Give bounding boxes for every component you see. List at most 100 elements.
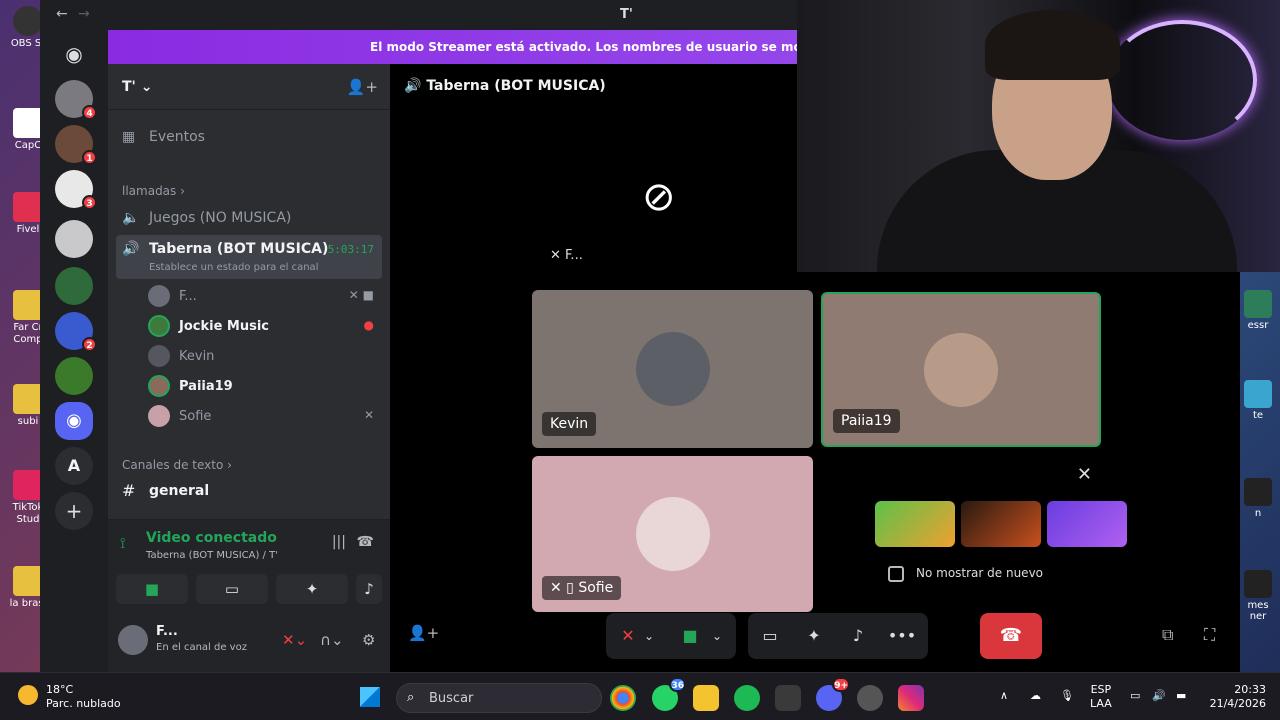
category-canales-texto[interactable]: Canales de texto › (122, 458, 232, 472)
video-tile-paiia19[interactable]: Paiia19 (821, 292, 1101, 447)
noise-suppression-icon[interactable]: ||| (332, 534, 346, 550)
voice-status-subtitle: Taberna (BOT MUSICA) / T' (146, 550, 278, 561)
discord-home-icon[interactable]: ◉ (55, 35, 93, 73)
activity-scream[interactable] (961, 501, 1041, 547)
server-icon-1[interactable]: 4 (55, 80, 97, 120)
camera-options-chevron-icon[interactable]: ⌄ (706, 613, 728, 659)
invite-people-icon[interactable]: 👤+ (347, 78, 378, 96)
leave-call-button[interactable]: ☎ (980, 613, 1042, 659)
speaker-icon: 🔈 (122, 210, 140, 226)
avatar (148, 345, 170, 367)
video-tile-sofie[interactable]: ✕ ▯ Sofie (532, 456, 813, 612)
voice-member[interactable]: Jockie Music ● (148, 312, 382, 342)
chevron-up-icon[interactable]: ∧ (1000, 689, 1008, 703)
disconnect-icon[interactable]: ☎ (357, 534, 374, 550)
search-box[interactable]: ⌕ Buscar (396, 683, 602, 713)
server-icon-4[interactable] (55, 220, 93, 258)
av-control-group: ✕ ⌄ ■ ⌄ (606, 613, 736, 659)
voice-member[interactable]: Kevin (148, 342, 382, 372)
weather-icon[interactable] (18, 685, 38, 705)
avatar[interactable] (118, 625, 148, 655)
server-icon-5[interactable] (55, 267, 93, 305)
folder-icon (13, 290, 43, 320)
weather-widget[interactable]: 18°C Parc. nublado (46, 683, 121, 711)
language-indicator[interactable]: ESP LAA (1090, 683, 1112, 711)
volume-icon[interactable]: 🔊 (1152, 689, 1166, 703)
activity-watch-together[interactable] (1047, 501, 1127, 547)
server-icon-6[interactable]: 2 (55, 312, 97, 352)
forward-arrow-icon[interactable]: → (78, 6, 90, 22)
voice-channel-juegos[interactable]: 🔈 Juegos (NO MUSICA) (116, 203, 382, 233)
activities-button[interactable]: ✦ (276, 574, 348, 604)
channel-sidebar: T' ⌄ 👤+ ▦ Eventos llamadas › 🔈 Juegos (N… (108, 64, 390, 672)
add-server-icon[interactable]: + (55, 492, 93, 530)
desktop-icon-right-2[interactable]: te (1238, 380, 1278, 421)
desktop-icon-right-1[interactable]: essr (1238, 290, 1278, 331)
voice-status-title[interactable]: Video conectado (146, 530, 277, 546)
category-llamadas[interactable]: llamadas › (122, 184, 185, 198)
soundboard-icon[interactable]: ♪ (838, 613, 878, 659)
calendar-icon: ▦ (122, 129, 136, 145)
server-icon-2[interactable]: 1 (55, 125, 97, 165)
gta-icon[interactable] (775, 685, 801, 711)
avatar (635, 332, 710, 406)
voice-channel-taberna[interactable]: 🔊 Taberna (BOT MUSICA) 5:03:17 Establece… (116, 235, 382, 279)
desktop-icon-right-3[interactable]: n (1238, 478, 1278, 519)
dont-show-checkbox[interactable] (888, 566, 904, 582)
desktop-icon-right-4[interactable]: mes ner (1238, 570, 1278, 622)
signal-icon[interactable]: ⟟ (120, 534, 126, 552)
app-icon (1244, 570, 1272, 598)
tile-name-tag: Kevin (542, 412, 597, 436)
capcut-icon (13, 108, 43, 138)
mic-muted-icon[interactable]: ✕⌄ (282, 631, 307, 649)
obs-taskbar-icon[interactable] (857, 685, 883, 711)
instagram-icon[interactable] (898, 685, 924, 711)
screen-share-icon[interactable]: ▭ (750, 613, 790, 659)
network-icon[interactable]: ▭ (1130, 689, 1140, 703)
channel-status-hint[interactable]: Establece un estado para el canal (149, 262, 318, 273)
text-channel-general[interactable]: # general (116, 476, 382, 506)
search-icon: ⌕ (407, 690, 415, 705)
more-options-icon[interactable]: ••• (882, 613, 922, 659)
voice-member[interactable]: Sofie ✕ (148, 402, 382, 432)
activity-magic-garden[interactable] (875, 501, 955, 547)
clock[interactable]: 20:33 21/4/2026 (1200, 683, 1266, 711)
windows-start-icon[interactable] (360, 687, 380, 707)
events-item[interactable]: ▦ Eventos (116, 122, 382, 152)
avatar (635, 497, 710, 571)
voice-member[interactable]: F... ✕ ■ (148, 282, 382, 312)
popout-icon[interactable]: ⧉ (1162, 625, 1173, 645)
back-arrow-icon[interactable]: ← (56, 6, 68, 22)
server-icon-7[interactable] (55, 357, 93, 395)
microphone-icon[interactable]: 🎙 (1060, 689, 1074, 703)
camera-button[interactable]: ■ (116, 574, 188, 604)
invite-icon[interactable]: 👤+ (408, 624, 439, 642)
server-icon-3[interactable]: 3 (55, 170, 97, 210)
file-explorer-icon[interactable] (693, 685, 719, 711)
tiktok-icon (13, 470, 43, 500)
server-icon-a[interactable]: A (55, 447, 93, 485)
fullscreen-icon[interactable]: ⛶ (1204, 625, 1215, 645)
discord-server-icon[interactable]: ◉ (55, 402, 93, 440)
server-header[interactable]: T' ⌄ 👤+ (108, 64, 390, 110)
chrome-icon[interactable] (610, 685, 636, 711)
spotify-icon[interactable] (734, 685, 760, 711)
battery-icon[interactable]: ▬ (1176, 689, 1186, 703)
camera-toggle-button[interactable]: ■ (670, 613, 710, 659)
voice-member[interactable]: Paiia19 (148, 372, 382, 402)
whatsapp-icon[interactable]: 36 (652, 677, 686, 711)
discord-taskbar-icon[interactable]: 9+ (816, 677, 850, 711)
speaker-icon: 🔊 (122, 241, 140, 257)
avatar (924, 332, 998, 407)
mic-muted-icon: ✕ ▯ (550, 580, 574, 596)
soundboard-button[interactable]: ♪ (356, 574, 382, 604)
screen-share-button[interactable]: ▭ (196, 574, 268, 604)
gear-icon[interactable]: ⚙ (362, 631, 375, 649)
muted-user-label: ✕ F... (550, 248, 583, 263)
close-icon[interactable]: ✕ (1077, 464, 1092, 485)
headset-icon[interactable]: ∩⌄ (320, 631, 344, 649)
mic-options-chevron-icon[interactable]: ⌄ (638, 613, 660, 659)
activities-icon[interactable]: ✦ (794, 613, 834, 659)
cloud-icon[interactable]: ☁ (1030, 689, 1041, 703)
video-tile-kevin[interactable]: Kevin (532, 290, 813, 448)
